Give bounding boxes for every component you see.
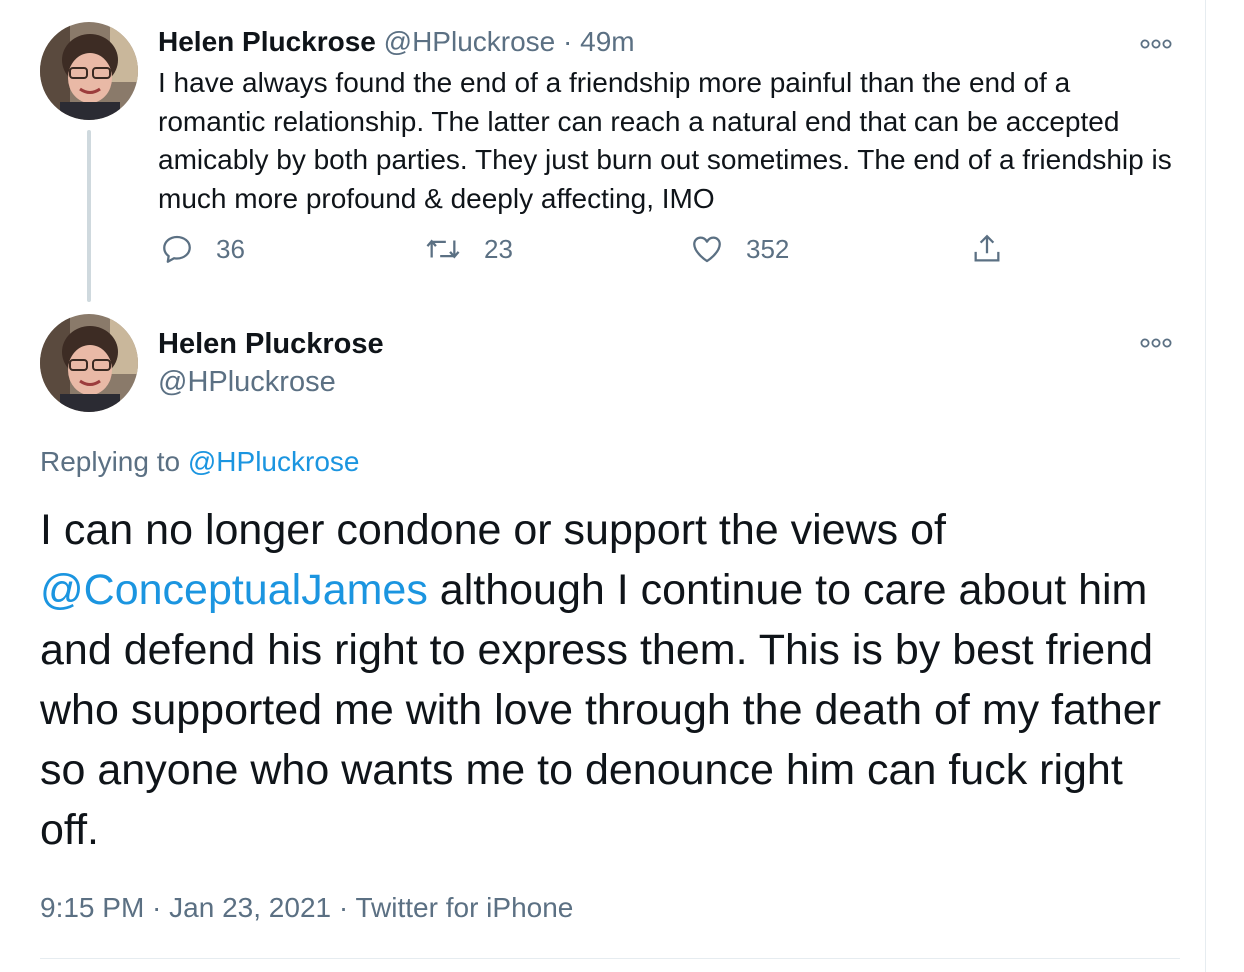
reply-button[interactable]: 36: [160, 232, 245, 266]
tweet-date[interactable]: Jan 23, 2021: [169, 892, 331, 923]
tweet-text-part: I can no longer condone or support the v…: [40, 506, 946, 554]
tweet-thread-panel: Helen Pluckrose @HPluckrose · 49m I have…: [0, 0, 1206, 972]
tweet-meta: 9:15 PM · Jan 23, 2021 · Twitter for iPh…: [40, 890, 573, 926]
meta-separator: ·: [331, 892, 356, 923]
avatar-photo-icon: [40, 22, 138, 120]
retweet-button[interactable]: 23: [424, 232, 513, 266]
avatar[interactable]: [40, 314, 138, 412]
like-icon: [693, 236, 721, 263]
meta-separator: ·: [144, 892, 170, 923]
avatar[interactable]: [40, 22, 138, 120]
author-name[interactable]: Helen Pluckrose: [158, 326, 384, 362]
like-button[interactable]: 352: [690, 232, 789, 266]
tweet-source[interactable]: Twitter for iPhone: [355, 892, 573, 923]
retweet-count: 23: [484, 233, 513, 264]
reply-icon: [163, 235, 191, 263]
divider: [40, 958, 1180, 959]
replying-to-link[interactable]: @HPluckrose: [188, 446, 360, 477]
like-count: 352: [746, 233, 790, 264]
replying-to-line: Replying to @HPluckrose: [40, 444, 359, 480]
author-handle[interactable]: @HPluckrose: [384, 26, 556, 57]
author-handle[interactable]: @HPluckrose: [158, 364, 336, 400]
header-separator: ·: [563, 26, 573, 57]
share-button[interactable]: [970, 232, 1004, 266]
more-icon[interactable]: [1140, 36, 1172, 52]
tweet-time[interactable]: 9:15 PM: [40, 892, 144, 923]
tweet-1-text: I have always found the end of a friends…: [158, 67, 1172, 214]
tweet-1-header: Helen Pluckrose @HPluckrose · 49m: [158, 24, 635, 60]
more-icon[interactable]: [1140, 335, 1172, 351]
reply-count: 36: [216, 233, 245, 264]
tweet-2-text: I can no longer condone or support the v…: [40, 500, 1190, 860]
tweet-1-actions: 36 23 352: [158, 232, 1058, 280]
share-icon: [974, 234, 1000, 262]
tweet-time-ago[interactable]: 49m: [580, 26, 634, 57]
avatar-photo-icon: [40, 314, 138, 412]
author-name[interactable]: Helen Pluckrose: [158, 26, 376, 57]
replying-prefix: Replying to: [40, 446, 188, 477]
mention-link[interactable]: @ConceptualJames: [40, 566, 428, 614]
retweet-icon: [426, 239, 460, 259]
thread-connector-line: [87, 130, 91, 302]
